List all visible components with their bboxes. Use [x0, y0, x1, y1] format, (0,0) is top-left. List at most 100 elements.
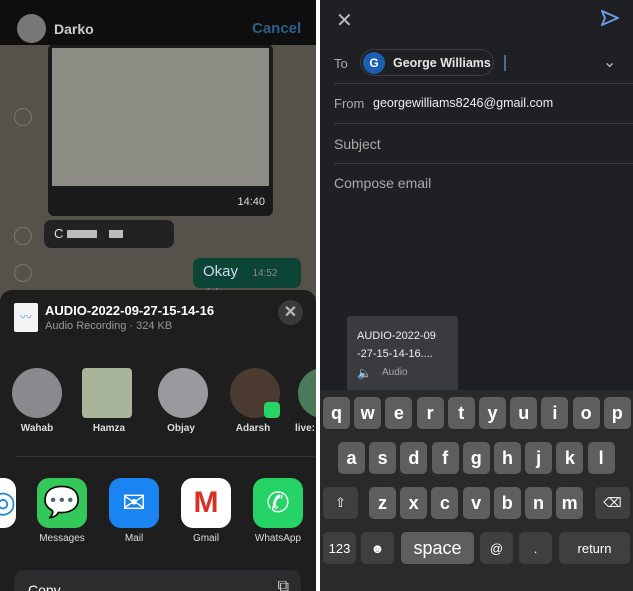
- copy-label: Copy: [28, 582, 61, 591]
- close-icon[interactable]: ✕: [336, 8, 353, 33]
- image-time: 14:40: [237, 196, 265, 208]
- key-d[interactable]: d: [400, 442, 428, 474]
- key-b[interactable]: b: [493, 487, 521, 519]
- gmail-compose: ✕ To G George Williams ⌄ From georgewill…: [320, 0, 633, 591]
- copy-icon: ⧉: [277, 578, 289, 591]
- attachment-type: Audio: [382, 367, 408, 378]
- chevron-down-icon[interactable]: ⌄: [603, 52, 616, 72]
- shift-key[interactable]: ⇧: [323, 487, 358, 519]
- attachment-card[interactable]: AUDIO-2022-09 -27-15-14-16.... 🔈 Audio: [347, 316, 458, 391]
- contact-adarsh[interactable]: [230, 368, 280, 418]
- key-z[interactable]: z: [369, 487, 396, 519]
- backspace-key[interactable]: ⌫: [595, 487, 630, 519]
- key-x[interactable]: x: [400, 487, 428, 519]
- key-a[interactable]: a: [338, 442, 365, 474]
- reply-bubble[interactable]: Okay 14:52 ✓✓: [193, 258, 301, 297]
- divider: [16, 456, 316, 457]
- from-label: From: [334, 96, 365, 111]
- file-meta: Audio Recording · 324 KB: [45, 320, 173, 332]
- recipient-avatar: G: [363, 52, 385, 74]
- divider: [334, 163, 633, 164]
- select-circle[interactable]: [14, 108, 32, 126]
- contact-name: Objay: [167, 423, 195, 434]
- subject-input[interactable]: Subject: [334, 136, 624, 152]
- key-j[interactable]: j: [525, 442, 553, 474]
- space-key[interactable]: space: [401, 532, 474, 564]
- app-label: Gmail: [192, 533, 220, 544]
- contact-wahab[interactable]: [12, 368, 62, 418]
- image-message[interactable]: 14:40: [48, 44, 273, 216]
- key-o[interactable]: o: [572, 397, 600, 429]
- body-input[interactable]: Compose email: [334, 175, 624, 191]
- recipient-name: George Williams: [393, 56, 491, 70]
- dot-key[interactable]: .: [519, 532, 552, 564]
- key-i[interactable]: i: [541, 397, 569, 429]
- key-q[interactable]: q: [323, 397, 350, 429]
- key-r[interactable]: r: [416, 397, 444, 429]
- gmail-app-icon[interactable]: M: [181, 478, 231, 528]
- speaker-icon: 🔈: [357, 366, 372, 380]
- contact-name: Darko: [54, 21, 94, 37]
- app-label: Messages: [39, 533, 85, 544]
- key-c[interactable]: c: [431, 487, 459, 519]
- key-v[interactable]: v: [462, 487, 490, 519]
- audio-file-icon: 〰: [14, 303, 38, 332]
- app-label: Mail: [124, 533, 144, 544]
- emoji-key[interactable]: ☻: [361, 532, 394, 564]
- airdrop-app-icon[interactable]: ◎: [0, 478, 16, 528]
- return-key[interactable]: return: [559, 532, 630, 564]
- key-h[interactable]: h: [494, 442, 521, 474]
- messages-app-icon[interactable]: 💬: [37, 478, 87, 528]
- contact-avatar: [17, 14, 46, 43]
- key-t[interactable]: t: [447, 397, 475, 429]
- whatsapp-badge-icon: [264, 402, 280, 418]
- key-w[interactable]: w: [354, 397, 382, 429]
- divider: [334, 83, 633, 84]
- reply-time: 14:52: [252, 268, 278, 279]
- attachment-name: -27-15-14-16....: [357, 348, 433, 360]
- recipient-chip[interactable]: G George Williams: [360, 49, 494, 76]
- at-key[interactable]: @: [480, 532, 513, 564]
- key-n[interactable]: n: [525, 487, 552, 519]
- key-m[interactable]: m: [556, 487, 584, 519]
- reply-text: Okay: [203, 263, 239, 280]
- contact-name: live:: [294, 423, 315, 434]
- attachment-name: AUDIO-2022-09: [357, 330, 436, 342]
- key-p[interactable]: p: [603, 397, 631, 429]
- to-label: To: [334, 56, 348, 71]
- keyboard: q w e r t y u i o p a s d f g h j k l ⇧ z x c v b n m ⌫ 123 ☻ space @. r…: [320, 390, 633, 591]
- contact-hamza[interactable]: [82, 368, 132, 418]
- message-bubble[interactable]: C: [44, 220, 174, 248]
- select-circle[interactable]: [14, 227, 32, 245]
- whatsapp-app-icon[interactable]: ✆: [253, 478, 303, 528]
- chat-header: Darko Cancel: [0, 0, 316, 45]
- key-g[interactable]: g: [462, 442, 490, 474]
- image-thumbnail: [52, 48, 269, 186]
- send-icon[interactable]: [601, 10, 619, 26]
- cancel-button[interactable]: Cancel: [252, 20, 301, 37]
- key-f[interactable]: f: [431, 442, 459, 474]
- divider: [334, 123, 633, 124]
- text-cursor: [504, 55, 506, 71]
- key-l[interactable]: l: [587, 442, 615, 474]
- key-s[interactable]: s: [369, 442, 397, 474]
- file-name: AUDIO-2022-09-27-15-14-16: [45, 303, 215, 318]
- key-k[interactable]: k: [556, 442, 584, 474]
- mail-app-icon[interactable]: ✉: [109, 478, 159, 528]
- copy-action[interactable]: Copy ⧉: [14, 570, 301, 591]
- key-y[interactable]: y: [479, 397, 506, 429]
- contact-name: Hamza: [92, 423, 126, 434]
- close-button[interactable]: ✕: [278, 300, 303, 325]
- contact-objay[interactable]: [158, 368, 208, 418]
- from-field[interactable]: georgewilliams8246@gmail.com: [373, 96, 553, 110]
- key-u[interactable]: u: [510, 397, 538, 429]
- app-label: pp: [0, 533, 26, 544]
- share-screen: 14:40 C Okay 14:52 ✓✓ Darko Cancel 〰 AUD…: [0, 0, 316, 591]
- share-sheet: 〰 AUDIO-2022-09-27-15-14-16 Audio Record…: [0, 290, 316, 591]
- contact-name: Wahab: [20, 423, 54, 434]
- select-circle[interactable]: [14, 264, 32, 282]
- numbers-key[interactable]: 123: [323, 532, 356, 564]
- message-text: C: [54, 226, 64, 241]
- key-e[interactable]: e: [385, 397, 413, 429]
- contact-live[interactable]: [298, 368, 316, 418]
